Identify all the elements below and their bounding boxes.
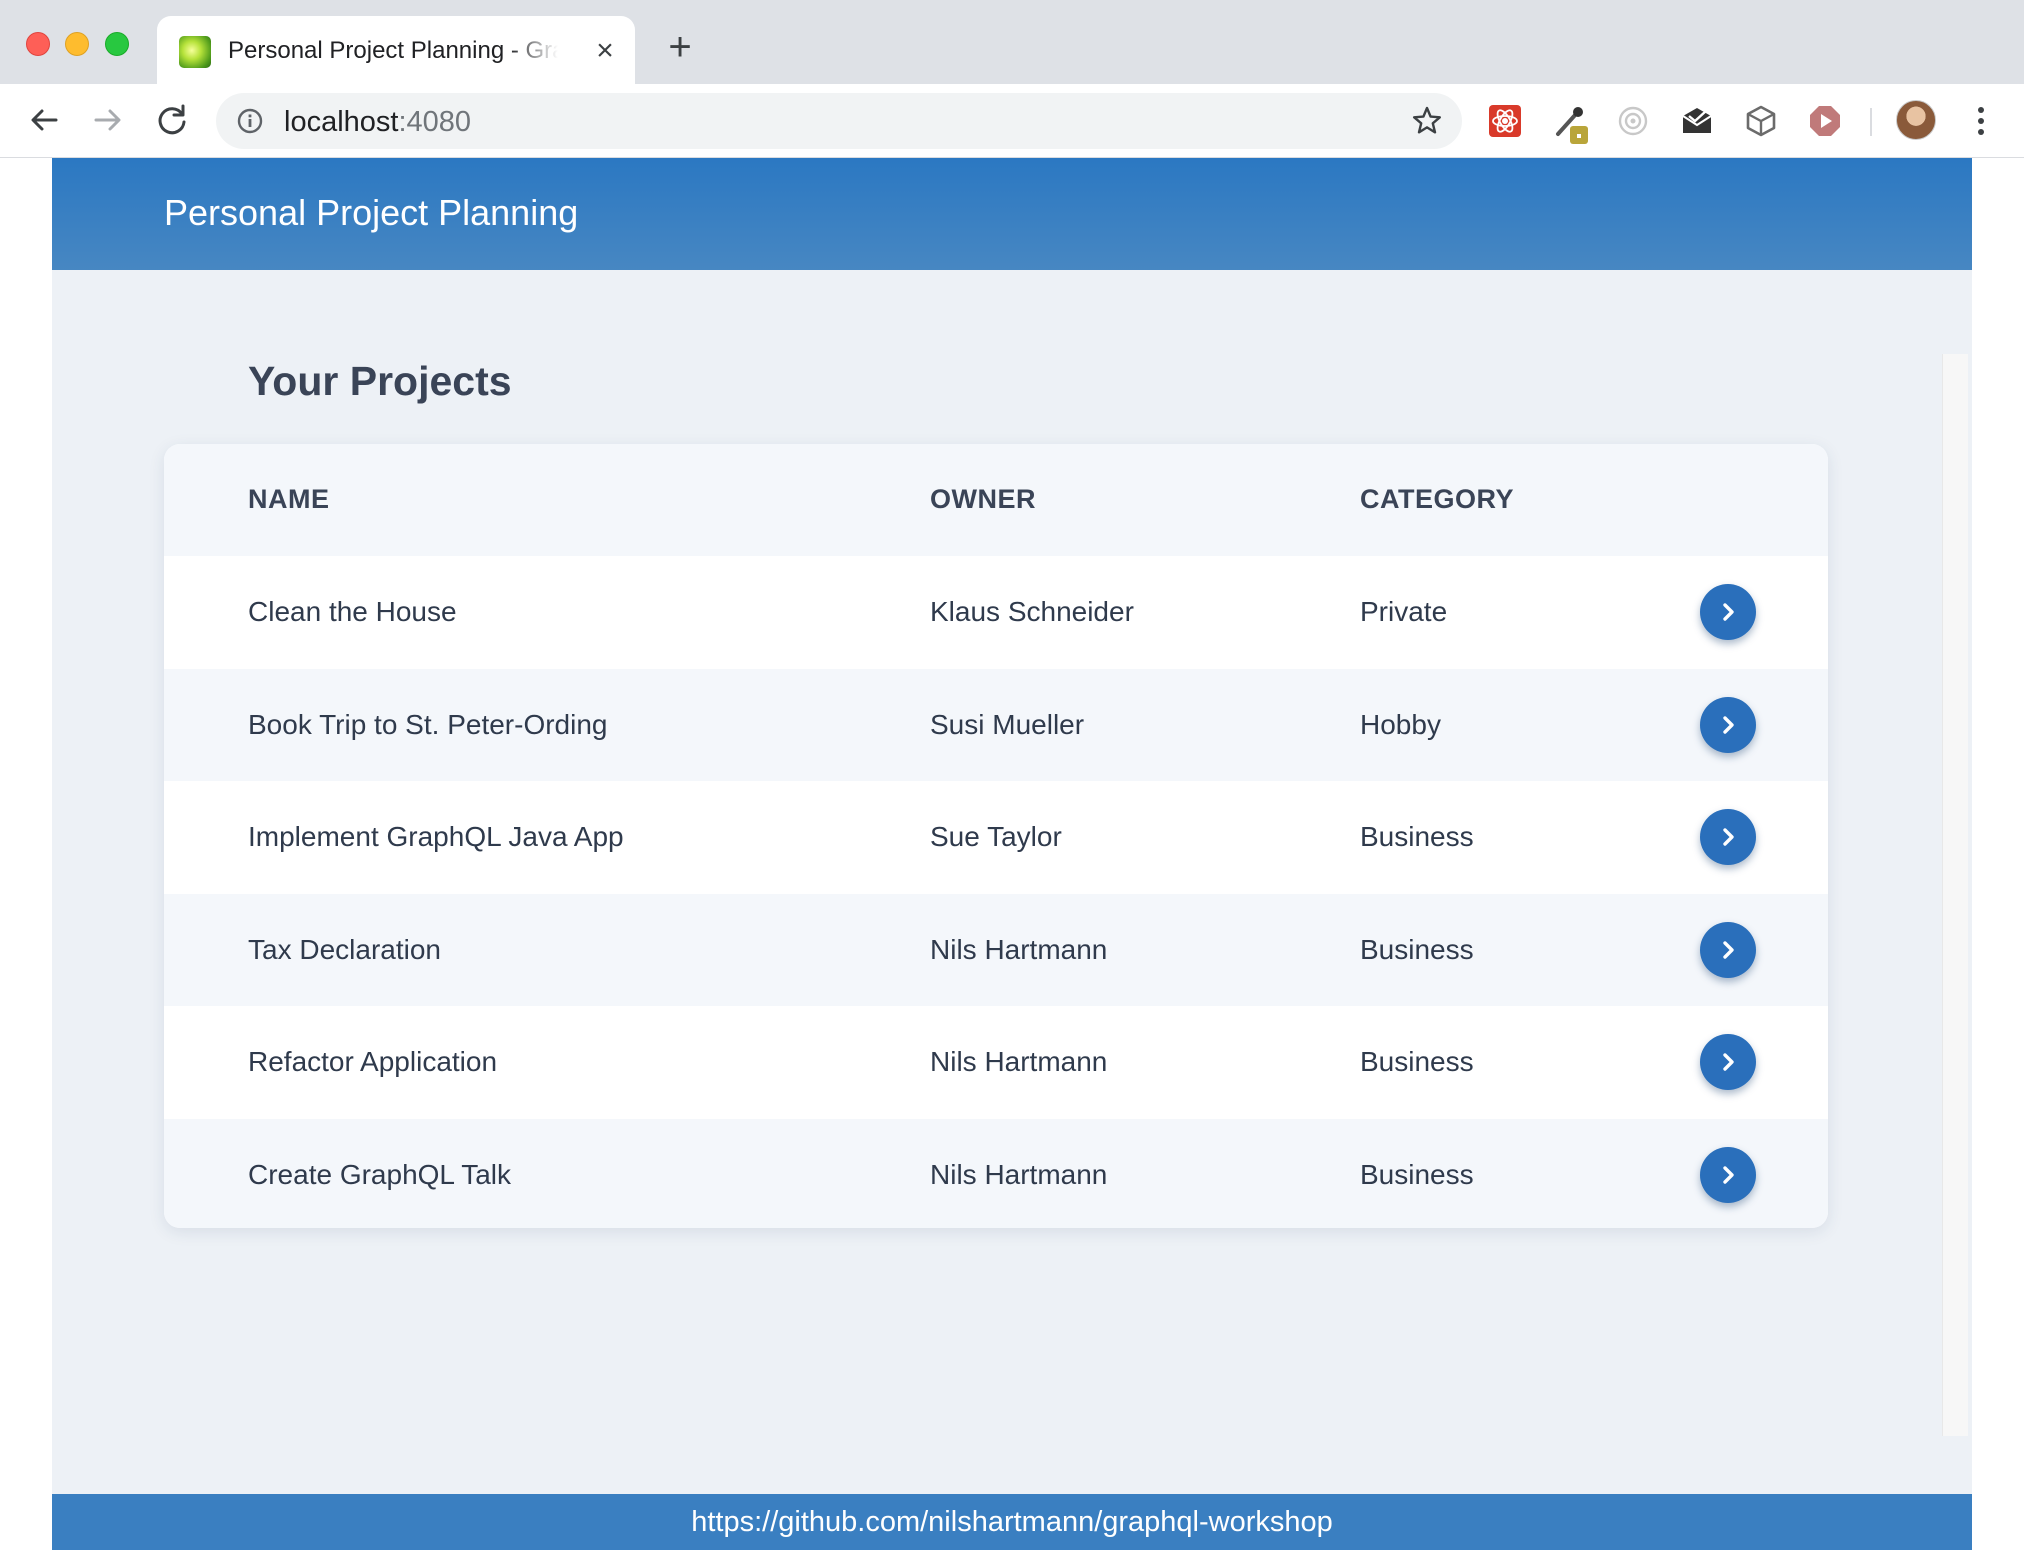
column-header-name: NAME [248, 484, 330, 514]
react-devtools-icon[interactable] [1488, 104, 1522, 138]
project-owner: Klaus Schneider [930, 596, 1134, 627]
chevron-right-icon [1723, 1165, 1734, 1184]
project-category: Hobby [1360, 708, 1441, 740]
app-header: Personal Project Planning [52, 158, 1972, 270]
new-tab-button[interactable]: + [662, 27, 698, 67]
table-row: Implement GraphQL Java App Sue Taylor Busi… [164, 781, 1828, 893]
open-project-button[interactable] [1700, 696, 1756, 753]
arrow-left-icon [31, 109, 58, 131]
page-title: Your Projects [248, 358, 512, 404]
open-project-button[interactable] [1700, 584, 1756, 640]
project-owner: Nils Hartmann [930, 1046, 1108, 1077]
project-owner: Susi Mueller [930, 708, 1085, 740]
play-icon[interactable] [1808, 104, 1842, 138]
more-menu-icon[interactable] [1966, 104, 1996, 138]
chevron-right-icon [1723, 715, 1734, 734]
project-name: Tax Declaration [248, 933, 441, 965]
open-project-button[interactable] [1700, 1034, 1756, 1090]
table-row: Clean the House Klaus Schneider Private [164, 556, 1828, 668]
project-name: Book Trip to St. Peter-Ording [248, 708, 608, 740]
tab-close-icon[interactable]: × [589, 36, 621, 68]
avatar[interactable] [1896, 100, 1936, 140]
cube-icon[interactable] [1744, 104, 1778, 138]
window-zoom-button[interactable] [105, 32, 129, 56]
forward-button[interactable] [86, 98, 130, 142]
back-button[interactable] [22, 98, 66, 142]
project-name: Create GraphQL Talk [248, 1158, 512, 1190]
browser-tab-active[interactable]: Personal Project Planning - GraphQL Work… [157, 16, 635, 84]
app-title: Personal Project Planning [164, 192, 579, 233]
scrollbar[interactable] [1942, 354, 1968, 1436]
window-close-button[interactable] [26, 32, 50, 56]
projects-table: NAME OWNER CATEGORY Clean the House Klaus… [164, 444, 1828, 1228]
tab-title: Personal Project Planning - GraphQL Work… [228, 37, 558, 64]
chevron-right-icon [1723, 940, 1734, 959]
app-favicon-icon [179, 36, 211, 68]
mail-icon[interactable] [1680, 104, 1714, 138]
table-row: Refactor Application Nils Hartmann Busines… [164, 1006, 1828, 1118]
page-viewport: Personal Project Planning Your Projects … [0, 158, 2024, 1550]
open-project-button[interactable] [1700, 1146, 1756, 1203]
footer-github-link[interactable]: https://github.com/nilshartmann/graphql-… [691, 1506, 1333, 1538]
url-text: localhost:4080 [284, 106, 471, 139]
address-bar[interactable]: localhost:4080 [216, 93, 1462, 149]
url-port: :4080 [398, 106, 472, 138]
chevron-right-icon [1723, 603, 1734, 621]
table-row: Create GraphQL Talk Nils Hartmann Business [164, 1118, 1828, 1228]
toolbar-separator [1870, 108, 1872, 136]
app-root: Personal Project Planning Your Projects … [52, 158, 1972, 1550]
project-name: Refactor Application [248, 1046, 498, 1077]
app-footer: https://github.com/nilshartmann/graphql-… [52, 1494, 1972, 1550]
project-name: Clean the House [248, 596, 457, 627]
project-category: Business [1360, 933, 1474, 965]
table-row: Book Trip to St. Peter-Ording Susi Muelle… [164, 668, 1828, 781]
color-picker-icon[interactable] [1552, 104, 1588, 144]
bookmark-star-icon[interactable] [1410, 104, 1444, 138]
project-category: Business [1360, 821, 1474, 852]
reload-button[interactable] [150, 98, 194, 142]
browser-tab-strip: Personal Project Planning - GraphQL Work… [0, 0, 2024, 84]
chevron-right-icon [1723, 1053, 1734, 1071]
project-owner: Nils Hartmann [930, 933, 1108, 965]
project-category: Private [1360, 596, 1448, 627]
column-header-category: CATEGORY [1360, 484, 1515, 514]
table-header: NAME OWNER CATEGORY [164, 444, 1828, 556]
reload-icon [158, 104, 186, 135]
table-row: Tax Declaration Nils Hartmann Business [164, 893, 1828, 1006]
open-project-button[interactable] [1700, 809, 1756, 865]
project-owner: Nils Hartmann [930, 1158, 1108, 1190]
info-icon[interactable] [236, 107, 264, 135]
browser-toolbar: localhost:4080 [0, 84, 2024, 158]
arrow-right-icon [94, 109, 121, 131]
circle-target-icon[interactable] [1616, 104, 1650, 138]
url-host: localhost [284, 106, 399, 138]
project-name: Implement GraphQL Java App [248, 821, 624, 852]
chevron-right-icon [1723, 828, 1734, 846]
project-category: Business [1360, 1158, 1474, 1190]
window-minimize-button[interactable] [65, 32, 89, 56]
project-owner: Sue Taylor [930, 821, 1062, 852]
column-header-owner: OWNER [930, 484, 1036, 514]
open-project-button[interactable] [1700, 921, 1756, 978]
project-category: Business [1360, 1046, 1474, 1077]
